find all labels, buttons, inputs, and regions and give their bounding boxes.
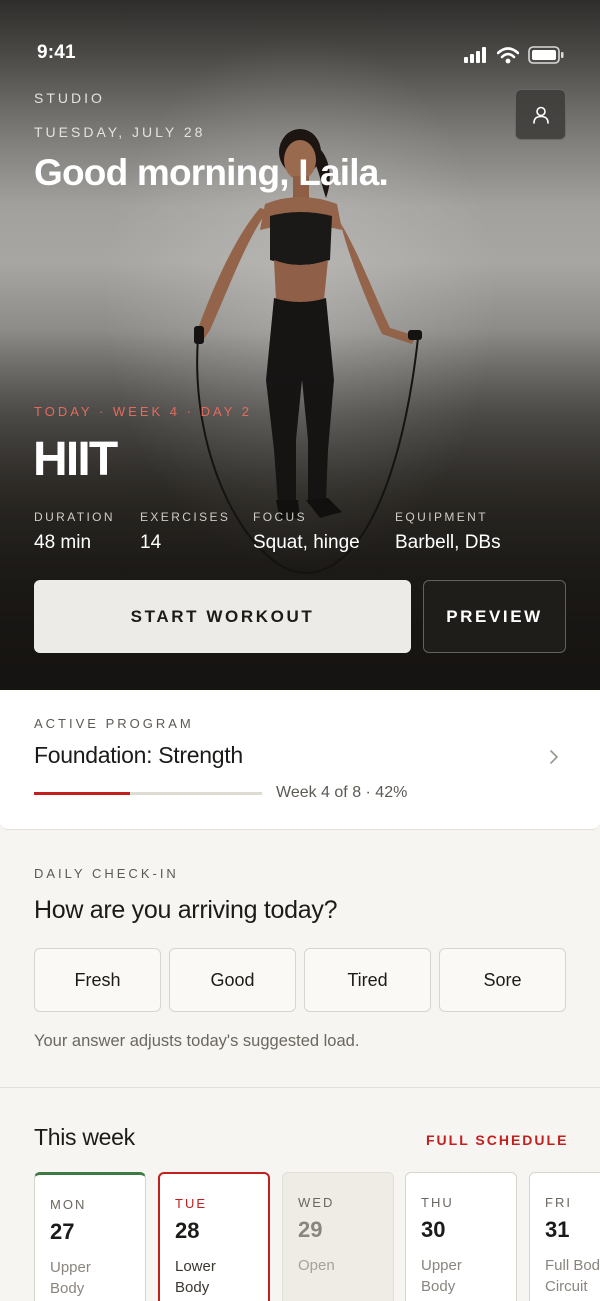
mood-option-fresh[interactable]: Fresh [34, 948, 161, 1012]
day-name: FRI [545, 1195, 572, 1210]
day-description: Upper Body [50, 1259, 91, 1297]
greeting-title: Good morning, Laila. [34, 152, 389, 193]
meta-exercises: EXERCISES 14 [140, 510, 230, 554]
meta-focus: FOCUS Squat, hinge [253, 510, 360, 554]
day-card-mon[interactable]: MON 27 Upper Body [34, 1172, 146, 1301]
current-date: TUESDAY, JULY 28 [34, 124, 206, 140]
meta-value: 14 [140, 532, 162, 553]
profile-button[interactable] [515, 89, 566, 140]
day-number: 28 [175, 1218, 200, 1243]
day-card-thu[interactable]: THU 30 Upper Body [405, 1172, 517, 1301]
status-icons [464, 46, 564, 64]
signal-icon [464, 47, 486, 63]
wifi-icon [497, 46, 519, 63]
week-title: This week [34, 1124, 135, 1150]
program-name: Foundation: Strength [34, 742, 243, 768]
meta-value: Squat, hinge [253, 532, 360, 553]
program-progress-fill [34, 792, 130, 795]
section-label: DAILY CHECK-IN [34, 866, 179, 881]
day-name: MON [50, 1197, 87, 1212]
day-name: TUE [175, 1196, 207, 1211]
meta-label: EXERCISES [140, 510, 231, 524]
checkin-note: Your answer adjusts today's suggested lo… [34, 1032, 360, 1050]
day-description: Open [298, 1257, 335, 1274]
day-name: WED [298, 1195, 335, 1210]
full-schedule-link[interactable]: FULL SCHEDULE [426, 1132, 568, 1148]
meta-label: EQUIPMENT [395, 510, 488, 524]
day-name: THU [421, 1195, 454, 1210]
day-description: Upper Body [421, 1257, 462, 1295]
workout-title: HIIT [33, 433, 118, 486]
meta-value: 48 min [34, 532, 92, 553]
app-eyebrow: STUDIO [34, 90, 105, 106]
preview-button[interactable]: PREVIEW [423, 580, 566, 653]
day-card-wed[interactable]: WED 29 Open [282, 1172, 394, 1301]
day-number: 29 [298, 1217, 323, 1242]
hero-section: 9:41 STUDIO TUESDAY, JULY 28 Good mornin… [0, 0, 600, 690]
checkin-question: How are you arriving today? [34, 896, 338, 924]
program-progress-text: Week 4 of 8 · 42% [276, 784, 408, 801]
status-bar: 9:41 [0, 0, 600, 100]
day-description: Lower Body [175, 1258, 216, 1296]
battery-icon [528, 46, 564, 64]
home-screen: 9:41 STUDIO TUESDAY, JULY 28 Good mornin… [0, 0, 600, 1301]
program-progress-bar [34, 792, 262, 795]
day-number: 30 [421, 1217, 446, 1242]
meta-duration: DURATION 48 min [34, 510, 115, 554]
mood-option-tired[interactable]: Tired [304, 948, 431, 1012]
status-time: 9:41 [37, 42, 76, 63]
day-card-tue[interactable]: TUE 28 Lower Body [158, 1172, 270, 1301]
mood-option-sore[interactable]: Sore [439, 948, 566, 1012]
day-card-fri[interactable]: FRI 31 Full Body Circuit [529, 1172, 600, 1301]
start-workout-button[interactable]: START WORKOUT [34, 580, 411, 653]
workout-schedule-label: TODAY · WEEK 4 · DAY 2 [34, 404, 252, 419]
user-icon [532, 106, 549, 124]
meta-equipment: EQUIPMENT Barbell, DBs [395, 510, 501, 554]
meta-label: DURATION [34, 510, 115, 524]
section-label: ACTIVE PROGRAM [34, 716, 194, 731]
section-divider [0, 1087, 600, 1088]
day-number: 27 [50, 1219, 75, 1244]
meta-label: FOCUS [253, 510, 307, 524]
chevron-right-icon[interactable] [547, 747, 561, 767]
day-number: 31 [545, 1217, 570, 1242]
active-program-card[interactable]: ACTIVE PROGRAM Foundation: Strength [0, 690, 600, 830]
mood-option-good[interactable]: Good [169, 948, 296, 1012]
meta-value: Barbell, DBs [395, 532, 501, 553]
day-description: Full Body Circuit [545, 1257, 600, 1295]
